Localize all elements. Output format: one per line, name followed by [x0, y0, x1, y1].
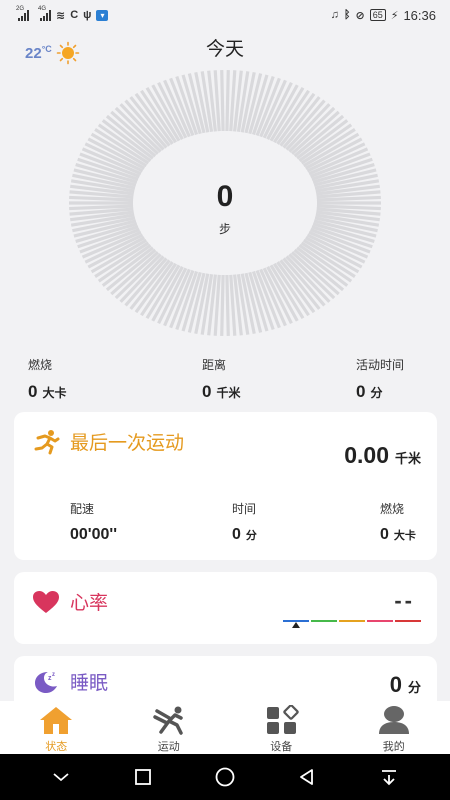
burn-label: 燃烧 — [380, 502, 405, 516]
bluetooth-icon: ᛒ — [343, 9, 351, 21]
sport-icon — [151, 705, 187, 735]
home-icon — [38, 705, 74, 735]
last-workout-header: 最后一次运动 — [32, 428, 184, 455]
zone-marker — [292, 622, 300, 628]
battery-icon: 65 — [369, 9, 386, 21]
moon-icon: z z — [35, 671, 57, 693]
app-notify-icon: ▾ — [96, 9, 109, 21]
square-icon — [135, 769, 151, 785]
nav-home-button[interactable] — [211, 763, 239, 791]
tab-mine-label: 我的 — [382, 741, 405, 753]
heart-rate-card[interactable]: 心率 -- — [14, 572, 437, 644]
last-workout-burn: 燃烧 0 大卡 — [380, 500, 416, 544]
sleep-header: z z 睡眠 — [32, 668, 108, 695]
zone-2 — [311, 620, 337, 622]
stat-active-time: 活动时间 0分 — [356, 356, 404, 402]
running-icon — [34, 429, 60, 454]
nav-hide-button[interactable] — [47, 763, 75, 791]
zone-3 — [339, 620, 365, 622]
pull-down-icon — [382, 770, 396, 786]
heart-rate-header: 心率 — [32, 588, 108, 615]
tab-sport[interactable]: 运动 — [113, 701, 226, 754]
device-icon — [263, 705, 300, 735]
daily-stats: 燃烧 0 大卡 距离 0 千米 活动时间 0分 — [0, 356, 450, 402]
stat-distance-value: 0 千米 — [202, 382, 241, 401]
signal-1-icon: 2G — [16, 6, 29, 21]
pace-label: 配速 — [70, 502, 95, 516]
tab-mine[interactable]: 我的 — [338, 701, 450, 754]
sleep-title: 睡眠 — [70, 673, 109, 694]
burn-value: 0 大卡 — [380, 526, 416, 543]
stat-distance: 距离 0 千米 — [202, 356, 240, 402]
chevron-down-icon — [53, 773, 69, 782]
stat-burn-value: 0 大卡 — [28, 382, 67, 401]
heart-icon — [33, 590, 59, 613]
last-workout-title: 最后一次运动 — [70, 433, 185, 454]
clock: 16:36 — [403, 7, 436, 23]
circle-icon — [215, 767, 235, 787]
app-c-icon: C — [70, 9, 79, 21]
status-bar: 2G 4G ≋ C ψ ▾ ♫ ᛒ ⊘ 65 ⚡ 16:36 — [0, 0, 450, 30]
svg-text:z: z — [52, 672, 55, 678]
page-title: 今天 — [205, 39, 244, 60]
signal-2-icon: 4G — [38, 6, 51, 21]
profile-icon — [376, 705, 412, 735]
headset-icon: ♫ — [330, 9, 339, 21]
nav-back-button[interactable] — [293, 763, 321, 791]
usb-icon: ψ — [83, 9, 92, 21]
header: 22°C 今天 — [0, 30, 450, 65]
last-workout-time: 时间 0分 — [232, 500, 257, 544]
stat-active-time-value: 0分 — [356, 382, 383, 401]
wifi-icon: ≋ — [56, 9, 66, 22]
pace-value: 00'00'' — [70, 526, 118, 543]
zone-5 — [395, 620, 421, 622]
tab-device[interactable]: 设备 — [225, 701, 338, 754]
last-workout-pace: 配速 00'00'' — [70, 500, 117, 544]
nav-recents-button[interactable] — [129, 763, 157, 791]
bottom-tab-bar: 状态 运动 设备 我的 — [0, 701, 450, 754]
last-workout-distance: 0.00 千米 — [344, 442, 421, 468]
tab-status-label: 状态 — [45, 741, 68, 753]
charging-icon: ⚡ — [390, 9, 399, 22]
last-workout-card[interactable]: 最后一次运动 0.00 千米 配速 00'00'' 时间 0分 燃烧 0 大卡 — [14, 412, 437, 560]
triangle-back-icon — [300, 769, 313, 785]
steps-ring[interactable]: 0 步 — [68, 68, 382, 338]
heart-rate-title: 心率 — [70, 593, 109, 614]
heart-rate-value: -- — [394, 588, 415, 613]
stat-active-time-label: 活动时间 — [356, 358, 405, 372]
silent-icon: ⊘ — [355, 9, 365, 22]
heart-rate-zones — [283, 620, 421, 622]
stat-distance-label: 距离 — [202, 358, 227, 372]
sleep-value: 0分 — [389, 672, 421, 697]
stat-burn: 燃烧 0 大卡 — [28, 356, 66, 402]
tab-sport-label: 运动 — [157, 741, 180, 753]
system-nav-bar — [0, 754, 450, 800]
steps-unit: 步 — [218, 222, 231, 236]
time-value: 0分 — [232, 526, 257, 543]
steps-value: 0 — [216, 180, 234, 213]
tab-device-label: 设备 — [270, 741, 293, 753]
zone-4 — [367, 620, 393, 622]
time-label: 时间 — [232, 502, 257, 516]
nav-notification-button[interactable] — [375, 763, 403, 791]
stat-burn-label: 燃烧 — [28, 358, 53, 372]
tab-status[interactable]: 状态 — [0, 701, 113, 754]
